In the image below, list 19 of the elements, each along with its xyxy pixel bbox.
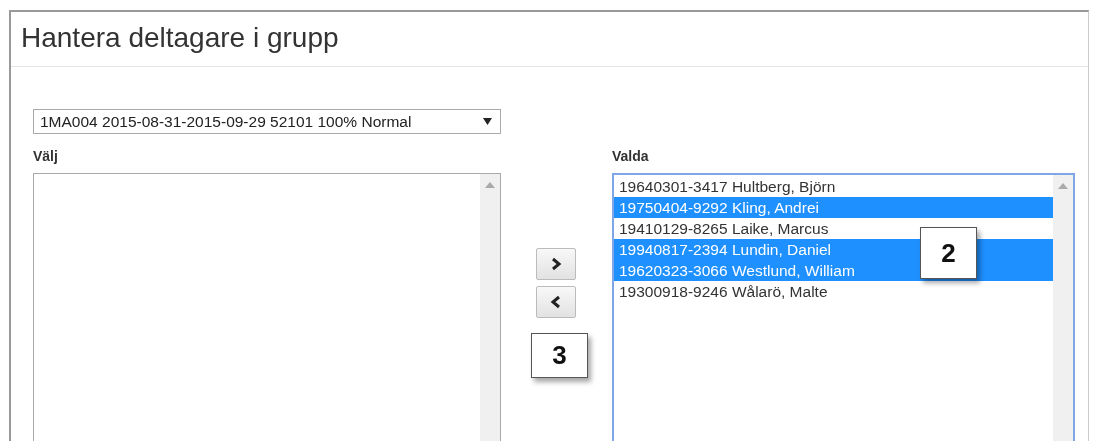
chevron-left-icon: [549, 295, 562, 309]
dialog-title: Hantera deltagare i grupp: [21, 22, 340, 54]
scroll-up-icon[interactable]: [485, 182, 495, 188]
chevron-right-icon: [549, 257, 562, 271]
callout-number: 2: [920, 227, 977, 279]
list-option[interactable]: 19640301-3417 Hultberg, Björn: [614, 176, 1053, 197]
group-dropdown[interactable]: 1MA004 2015-08-31-2015-09-29 52101 100% Normal: [33, 109, 501, 134]
list-option[interactable]: 19300918-9246 Wålarö, Malte: [614, 281, 1053, 302]
list-label: Valda: [612, 148, 650, 166]
scroll-up-icon[interactable]: [1058, 183, 1068, 189]
move-right-button[interactable]: [535, 248, 576, 280]
move-left-button[interactable]: [535, 286, 576, 318]
scrollbar[interactable]: [480, 174, 500, 441]
chosen-listbox[interactable]: 19640301-3417 Hultberg, Björn 19750404-9292 Kling, Andrei 19410129-8265 Laike, Marcus 19940817-2394 Lundin, Daniel 19620323-3066 Westlund, William 19300918-9246 Wålarö, Malte 2: [612, 173, 1075, 441]
callout-number: 3: [531, 333, 588, 378]
scrollbar[interactable]: [1053, 175, 1073, 441]
list-label: Välj: [33, 148, 59, 166]
available-listbox[interactable]: [33, 173, 501, 441]
caret-icon: [483, 118, 492, 125]
